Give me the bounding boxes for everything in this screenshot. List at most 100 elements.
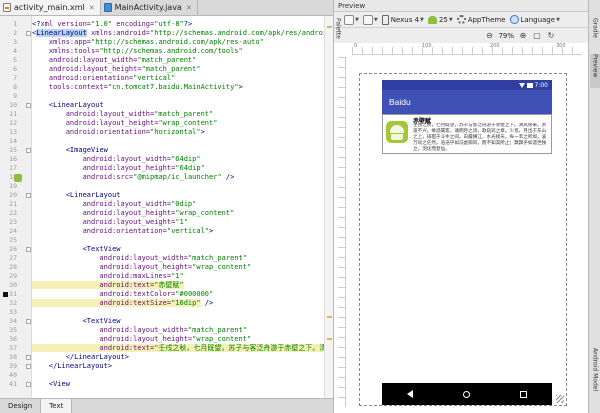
api-level-selector[interactable]: 25 ▼ bbox=[426, 13, 455, 27]
code-line[interactable]: android:layout_height="wrap_content" bbox=[32, 209, 235, 218]
code-token: xmlns:tools= bbox=[32, 47, 100, 55]
theme-selector[interactable]: AppTheme bbox=[455, 13, 508, 27]
side-tab-android-model[interactable]: Android Model bbox=[590, 348, 600, 408]
code-line[interactable]: android:layout_width="64dip" bbox=[32, 155, 201, 164]
code-token: "match_parent" bbox=[154, 110, 214, 118]
code-token: </LinearLayout> bbox=[32, 353, 129, 361]
line-number: 11 bbox=[9, 110, 17, 118]
xml-code-editor[interactable]: <?xml version="1.0" encoding="utf-8"?> <L… bbox=[32, 16, 324, 398]
zoom-out-icon[interactable]: ⊖ bbox=[484, 31, 494, 41]
code-token: android:text= bbox=[32, 344, 155, 352]
language-selector[interactable]: Language ▼ bbox=[508, 13, 562, 27]
code-line[interactable]: android:orientation="horizontal"> bbox=[32, 128, 205, 137]
recent-apps-icon[interactable] bbox=[520, 390, 527, 398]
code-token: "cn.tomcat7.baidu.MainActivity" bbox=[107, 83, 239, 91]
code-line[interactable]: android:layout_height="wrap_content" bbox=[32, 263, 251, 272]
preview-canvas[interactable]: 0 100 200 300 7:00 Baidu 赤壁赋 壬戌之秋，七月既望，苏… bbox=[333, 43, 588, 413]
code-line[interactable]: android:text="壬戌之秋，七月既望，苏子与客泛舟游于赤壁之下。清风徐… bbox=[32, 344, 324, 353]
code-line[interactable]: android:textSize="16dip" /> bbox=[32, 299, 213, 308]
code-line[interactable]: android:src="@mipmap/ic_launcher" /> bbox=[32, 173, 235, 182]
layout-toggle-button[interactable]: ▼ bbox=[342, 13, 361, 27]
code-line[interactable]: android:layout_width="match_parent" bbox=[32, 254, 247, 263]
chevron-down-icon: ▼ bbox=[420, 16, 424, 23]
line-number: 32 bbox=[9, 299, 17, 307]
phone-icon bbox=[381, 14, 389, 25]
code-token: "#000000" bbox=[175, 290, 214, 298]
code-line[interactable]: <LinearLayout xmlns:android="http://sche… bbox=[32, 29, 324, 38]
code-line[interactable]: android:layout_width="match_parent" bbox=[32, 326, 247, 335]
zoom-in-icon[interactable]: ⊕ bbox=[518, 31, 528, 41]
code-line[interactable]: tools:context="cn.tomcat7.baidu.MainActi… bbox=[32, 83, 243, 92]
code-line[interactable]: <LinearLayout bbox=[32, 191, 121, 200]
code-line[interactable]: xmlns:app="http://schemas.android.com/ap… bbox=[32, 38, 264, 47]
list-item[interactable]: 赤壁赋 壬戌之秋，七月既望，苏子与客泛舟游于赤壁之下。清风徐来，水波不兴。举酒属… bbox=[382, 114, 552, 154]
code-line[interactable]: android:text="赤壁赋" bbox=[32, 281, 184, 290]
code-token: "match_parent" bbox=[187, 254, 247, 262]
code-line[interactable]: android:layout_height="wrap_content" bbox=[32, 119, 218, 128]
globe-icon bbox=[509, 15, 519, 24]
xml-file-icon bbox=[3, 3, 11, 12]
code-line[interactable]: <TextView bbox=[32, 317, 121, 326]
fold-icon[interactable] bbox=[26, 364, 31, 369]
close-icon[interactable]: ✕ bbox=[89, 4, 95, 12]
code-line[interactable]: android:layout_width="match_parent" bbox=[32, 110, 214, 119]
code-token: "wrap_content" bbox=[175, 209, 235, 217]
fold-icon[interactable] bbox=[26, 355, 31, 360]
code-line[interactable]: <LinearLayout bbox=[32, 101, 104, 110]
refresh-icon[interactable]: ↻ bbox=[546, 31, 556, 41]
code-line[interactable]: </LinearLayout> bbox=[32, 353, 129, 362]
code-line[interactable]: <TextView bbox=[32, 245, 121, 254]
code-token: "1" bbox=[171, 272, 184, 280]
line-number: 10 bbox=[9, 101, 17, 109]
close-icon[interactable]: ✕ bbox=[186, 4, 192, 12]
code-line[interactable]: android:layout_height="match_parent" bbox=[32, 65, 201, 74]
code-line[interactable]: <View bbox=[32, 380, 70, 389]
tab-text[interactable]: Text bbox=[41, 399, 73, 413]
code-line[interactable]: android:textColor="#000000" bbox=[32, 290, 213, 299]
side-tab-gradle[interactable]: Gradle bbox=[590, 18, 600, 52]
home-icon[interactable] bbox=[463, 390, 470, 398]
fold-icon[interactable] bbox=[26, 31, 31, 36]
code-line[interactable]: <?xml version="1.0" encoding="utf-8"?> bbox=[32, 20, 192, 29]
code-line[interactable]: android:orientation="vertical"> bbox=[32, 227, 214, 236]
fold-icon[interactable] bbox=[26, 103, 31, 108]
line-number: 13 bbox=[9, 128, 17, 136]
code-token: /> bbox=[221, 173, 235, 181]
code-token: "壬戌之秋，七月既望，苏子与客泛舟游于赤壁之下。清风徐来 bbox=[154, 344, 324, 352]
phone-screen[interactable]: 7:00 Baidu 赤壁赋 壬戌之秋，七月既望，苏子与客泛舟游于赤壁之下。清风… bbox=[382, 80, 552, 405]
code-line[interactable]: android:layout_height="64dip" bbox=[32, 164, 205, 173]
code-token: "1.0" bbox=[91, 20, 113, 28]
code-token: "match_parent" bbox=[187, 326, 247, 334]
side-tab-palette[interactable]: Palette bbox=[334, 18, 342, 52]
zoom-fit-icon[interactable]: ▢ bbox=[532, 31, 542, 41]
fold-icon[interactable] bbox=[26, 382, 31, 387]
vertical-ruler bbox=[338, 57, 346, 407]
code-line[interactable]: android:maxLines="1" bbox=[32, 272, 184, 281]
tab-design[interactable]: Design bbox=[0, 399, 42, 413]
layers-icon bbox=[344, 14, 354, 25]
code-line[interactable]: android:layout_height="wrap_content" bbox=[32, 335, 251, 344]
fold-icon[interactable] bbox=[26, 319, 31, 324]
side-tab-preview[interactable]: Preview bbox=[590, 54, 600, 88]
code-token: ?> bbox=[183, 20, 193, 28]
code-token: <TextView bbox=[32, 245, 121, 253]
fold-icon[interactable] bbox=[26, 247, 31, 252]
fold-icon[interactable] bbox=[26, 148, 31, 153]
code-line[interactable]: xmlns:tools="http://schemas.android.com/… bbox=[32, 47, 243, 56]
editor-scrollbar[interactable] bbox=[324, 16, 333, 398]
code-line[interactable]: <ImageView bbox=[32, 146, 108, 155]
line-number: 40 bbox=[9, 371, 17, 379]
launcher-icon bbox=[386, 121, 408, 143]
tab-main-activity-java[interactable]: MainActivity.java ✕ bbox=[101, 0, 198, 15]
code-line[interactable]: </LinearLayout> bbox=[32, 362, 112, 371]
tab-activity-main-xml[interactable]: activity_main.xml ✕ bbox=[0, 0, 101, 15]
code-line[interactable]: android:layout_width="match_parent" bbox=[32, 56, 197, 65]
orientation-button[interactable]: ▼ bbox=[361, 13, 380, 27]
code-line[interactable]: android:layout_width="0dip" bbox=[32, 200, 197, 209]
code-line[interactable]: android:layout_weight="1" bbox=[32, 218, 188, 227]
back-icon[interactable] bbox=[407, 390, 413, 398]
fold-icon[interactable] bbox=[26, 193, 31, 198]
code-line[interactable]: android:orientation="vertical" bbox=[32, 74, 175, 83]
resize-handle[interactable] bbox=[556, 395, 564, 403]
device-selector[interactable]: Nexus 4 ▼ bbox=[380, 13, 426, 27]
